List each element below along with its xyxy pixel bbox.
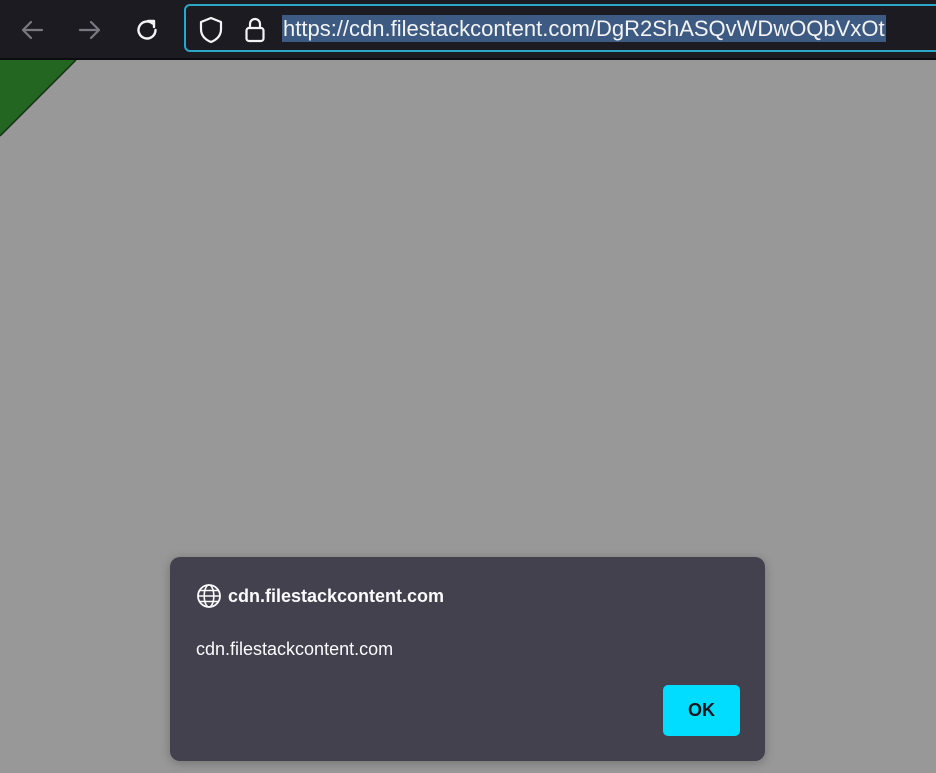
reload-button[interactable] — [129, 12, 165, 48]
page-corner-shape — [0, 60, 77, 137]
browser-window: https://cdn.filestackcontent.com/DgR2ShA… — [0, 0, 936, 773]
reload-icon — [137, 19, 157, 40]
url-selection: https://cdn.filestackcontent.com/DgR2ShA… — [282, 15, 886, 42]
dialog-origin: cdn.filestackcontent.com — [228, 585, 445, 606]
back-button[interactable] — [14, 12, 50, 48]
alert-dialog: cdn.filestackcontent.com cdn.filestackco… — [170, 557, 765, 761]
back-arrow-icon — [21, 20, 44, 40]
ok-button[interactable]: OK — [663, 685, 740, 736]
url-text[interactable]: https://cdn.filestackcontent.com/DgR2ShA… — [282, 15, 886, 43]
globe-icon — [197, 584, 221, 608]
shield-icon[interactable] — [198, 16, 224, 44]
dialog-header: cdn.filestackcontent.com — [196, 583, 444, 609]
forward-button[interactable] — [72, 12, 108, 48]
lock-icon[interactable] — [244, 16, 266, 44]
dialog-message: cdn.filestackcontent.com — [196, 639, 394, 659]
browser-toolbar: https://cdn.filestackcontent.com/DgR2ShA… — [0, 0, 936, 60]
url-bar[interactable]: https://cdn.filestackcontent.com/DgR2ShA… — [184, 4, 936, 52]
forward-arrow-icon — [78, 20, 101, 40]
